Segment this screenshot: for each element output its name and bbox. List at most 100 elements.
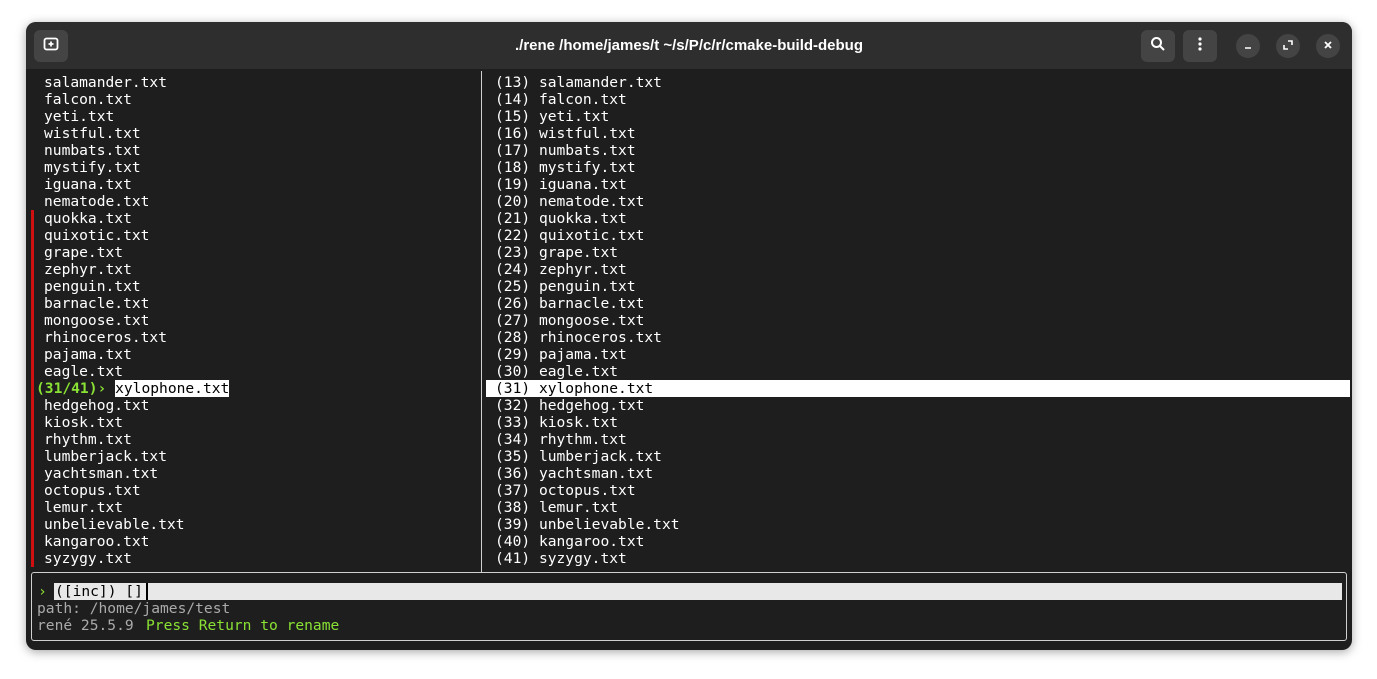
preview-row[interactable]: (40) kangaroo.txt xyxy=(495,533,644,550)
file-list-item[interactable]: zephyr.txt xyxy=(44,261,132,278)
preview-row[interactable]: (32) hedgehog.txt xyxy=(495,397,644,414)
row-file-name: quokka.txt xyxy=(538,210,627,227)
file-list-item[interactable]: iguana.txt xyxy=(44,176,132,193)
preview-row[interactable]: (16) wistful.txt xyxy=(495,125,636,142)
preview-row[interactable]: (18) mystify.txt xyxy=(495,159,636,176)
row-number: (23) xyxy=(495,244,531,261)
row-file-name: wistful.txt xyxy=(538,125,636,142)
row-file-name: rhinoceros.txt xyxy=(538,329,662,346)
preview-row[interactable]: (23) grape.txt xyxy=(495,244,618,261)
row-number: (19) xyxy=(495,176,531,193)
file-list-item[interactable]: rhythm.txt xyxy=(44,431,132,448)
preview-row[interactable]: (15) yeti.txt xyxy=(495,108,609,125)
row-file-name: nematode.txt xyxy=(538,193,645,210)
preview-row[interactable]: (28) rhinoceros.txt xyxy=(495,329,662,346)
row-number: (15) xyxy=(495,108,531,125)
file-list-item[interactable]: octopus.txt xyxy=(44,482,141,499)
preview-row[interactable]: (22) quixotic.txt xyxy=(495,227,644,244)
preview-row[interactable]: (20) nematode.txt xyxy=(495,193,644,210)
row-number: (34) xyxy=(495,431,531,448)
prompt-arrow: › xyxy=(38,583,47,600)
preview-row[interactable]: (36) yachtsman.txt xyxy=(495,465,653,482)
preview-row[interactable]: (21) quokka.txt xyxy=(495,210,627,227)
file-list-item[interactable]: wistful.txt xyxy=(44,125,141,142)
selection-range-marker xyxy=(31,210,34,567)
file-list-item[interactable]: eagle.txt xyxy=(44,363,123,380)
file-list-item[interactable]: syzygy.txt xyxy=(44,550,132,567)
row-number: (22) xyxy=(495,227,531,244)
preview-row[interactable]: (24) zephyr.txt xyxy=(495,261,627,278)
maximize-button[interactable] xyxy=(1276,34,1300,58)
titlebar: ./rene /home/james/t ~/s/P/c/r/cmake-bui… xyxy=(26,22,1352,69)
preview-row[interactable]: (29) pajama.txt xyxy=(495,346,627,363)
file-list-item[interactable]: kangaroo.txt xyxy=(44,533,149,550)
preview-row[interactable]: (14) falcon.txt xyxy=(495,91,627,108)
row-number: (20) xyxy=(495,193,531,210)
preview-row[interactable]: (19) iguana.txt xyxy=(495,176,627,193)
file-list-item[interactable]: grape.txt xyxy=(44,244,123,261)
row-file-name: falcon.txt xyxy=(538,91,627,108)
row-file-name: kangaroo.txt xyxy=(538,533,645,550)
pane-divider xyxy=(481,71,482,572)
preview-row[interactable]: (30) eagle.txt xyxy=(495,363,618,380)
preview-row[interactable]: (39) unbelievable.txt xyxy=(495,516,680,533)
file-list-item[interactable]: numbats.txt xyxy=(44,142,141,159)
row-file-name: xylophone.txt xyxy=(538,380,654,397)
row-number: (37) xyxy=(495,482,531,499)
selection-arrow: › xyxy=(97,380,107,397)
file-list-item[interactable]: rhinoceros.txt xyxy=(44,329,167,346)
row-number: (14) xyxy=(495,91,531,108)
minimize-button[interactable] xyxy=(1236,34,1260,58)
text-cursor xyxy=(146,583,148,600)
file-list-item[interactable]: kiosk.txt xyxy=(44,414,123,431)
row-number: (39) xyxy=(495,516,531,533)
row-number: (27) xyxy=(495,312,531,329)
preview-row[interactable]: (38) lemur.txt xyxy=(495,499,618,516)
preview-row[interactable]: (35) lumberjack.txt xyxy=(495,448,662,465)
file-list-item[interactable]: lemur.txt xyxy=(44,499,123,516)
file-list-item[interactable]: yeti.txt xyxy=(44,108,114,125)
preview-row[interactable]: (33) kiosk.txt xyxy=(495,414,618,431)
file-list-item[interactable]: pajama.txt xyxy=(44,346,132,363)
search-icon xyxy=(1150,36,1166,56)
row-number: (25) xyxy=(495,278,531,295)
preview-row[interactable]: (27) mongoose.txt xyxy=(495,312,644,329)
preview-row[interactable]: (17) numbats.txt xyxy=(495,142,636,159)
preview-row[interactable]: (34) rhythm.txt xyxy=(495,431,627,448)
row-file-name: salamander.txt xyxy=(538,74,662,91)
row-file-name: penguin.txt xyxy=(538,278,636,295)
file-list-item[interactable]: nematode.txt xyxy=(44,193,149,210)
current-file-row[interactable]: (31/41)› xylophone.txt xyxy=(36,380,230,397)
row-number: (28) xyxy=(495,329,531,346)
file-list-item[interactable]: salamander.txt xyxy=(44,74,167,91)
preview-row[interactable]: (25) penguin.txt xyxy=(495,278,636,295)
rename-input[interactable]: ([inc]) [] xyxy=(55,583,143,600)
file-list-item[interactable]: penguin.txt xyxy=(44,278,141,295)
row-file-name: pajama.txt xyxy=(538,346,627,363)
file-list-item[interactable]: yachtsman.txt xyxy=(44,465,158,482)
file-list-item[interactable]: mystify.txt xyxy=(44,159,141,176)
row-number: (29) xyxy=(495,346,531,363)
file-list-item[interactable]: quokka.txt xyxy=(44,210,132,227)
preview-row[interactable]: (26) barnacle.txt xyxy=(495,295,644,312)
preview-row-selected[interactable]: (31) xylophone.txt xyxy=(495,380,653,397)
preview-row[interactable]: (37) octopus.txt xyxy=(495,482,636,499)
file-list-item[interactable]: lumberjack.txt xyxy=(44,448,167,465)
preview-row[interactable]: (13) salamander.txt xyxy=(495,74,662,91)
file-list-item[interactable]: falcon.txt xyxy=(44,91,132,108)
row-number: (30) xyxy=(495,363,531,380)
row-file-name: iguana.txt xyxy=(538,176,627,193)
row-file-name: lumberjack.txt xyxy=(538,448,662,465)
row-number: (36) xyxy=(495,465,531,482)
close-button[interactable] xyxy=(1316,34,1340,58)
file-list-item[interactable]: hedgehog.txt xyxy=(44,397,149,414)
menu-button[interactable] xyxy=(1183,30,1217,62)
file-list-item[interactable]: barnacle.txt xyxy=(44,295,149,312)
search-button[interactable] xyxy=(1141,30,1175,62)
file-list-item[interactable]: mongoose.txt xyxy=(44,312,149,329)
version-label: rené 25.5.9 xyxy=(37,617,134,634)
file-list-item[interactable]: quixotic.txt xyxy=(44,227,149,244)
preview-row[interactable]: (41) syzygy.txt xyxy=(495,550,627,567)
terminal-area: salamander.txt falcon.txt yeti.txt wistful.… xyxy=(26,69,1352,650)
file-list-item[interactable]: unbelievable.txt xyxy=(44,516,185,533)
